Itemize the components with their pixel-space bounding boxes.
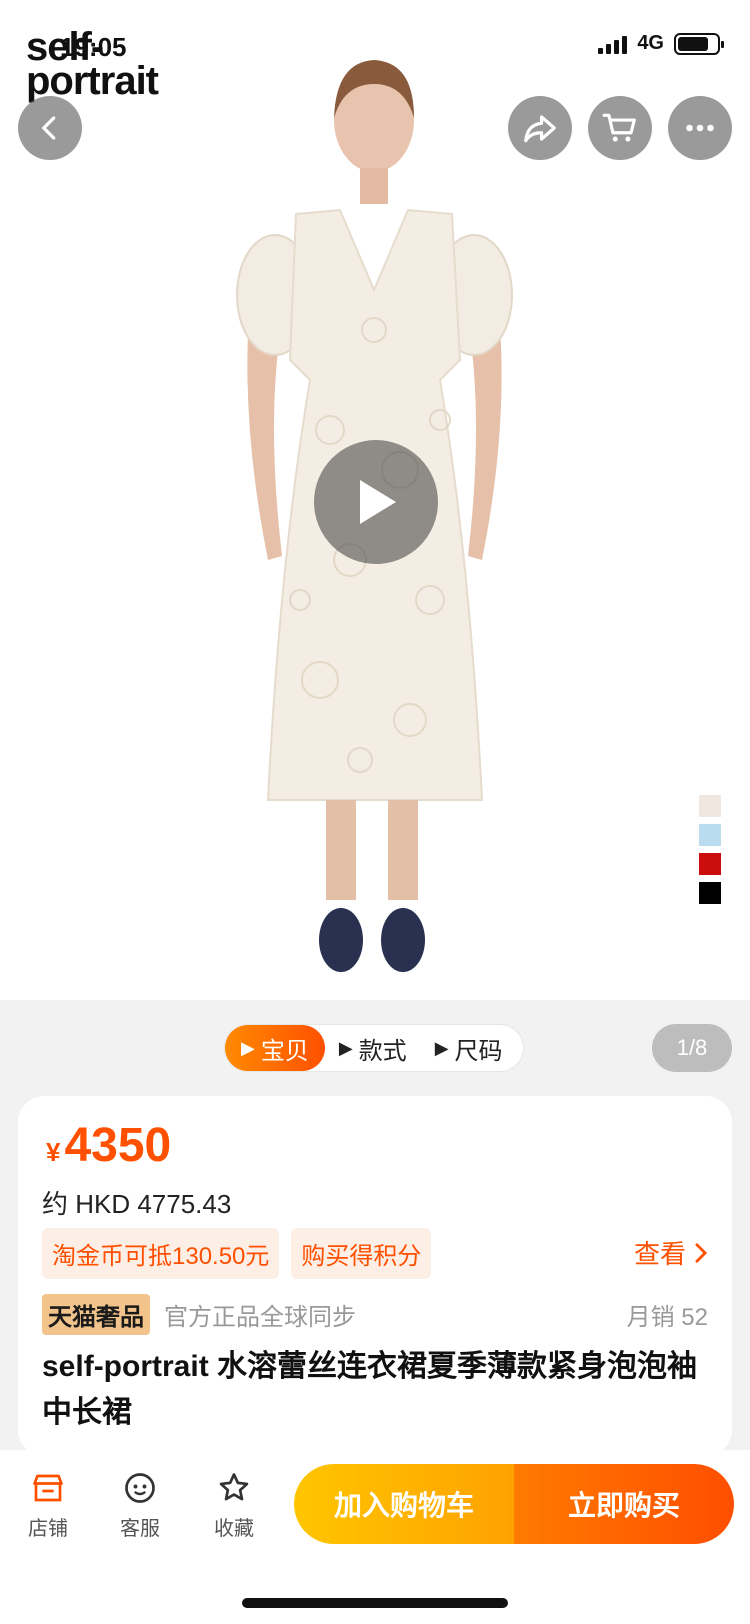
brand-logo-line2: portrait (26, 59, 159, 103)
cart-button[interactable] (588, 96, 652, 160)
product-meta: 天猫奢品 官方正品全球同步 月销 52 (42, 1294, 708, 1335)
color-swatches[interactable] (699, 795, 721, 904)
more-button[interactable] (668, 96, 732, 160)
price: ¥ 4350 (46, 1118, 171, 1173)
shop-icon (33, 1474, 63, 1502)
tab-style[interactable]: ▶ 款式 (325, 1025, 421, 1071)
more-icon (686, 124, 714, 132)
play-triangle-icon: ▶ (241, 1037, 255, 1058)
tab-label: 款式 (358, 1037, 407, 1065)
image-page-indicator: 1/8 (652, 1024, 732, 1072)
battery-icon (674, 32, 724, 55)
customer-service-button[interactable]: 客服 (100, 1470, 180, 1541)
status-time: 19:05 (60, 32, 127, 62)
shop-label: 店铺 (28, 1518, 68, 1540)
converted-price: 约 HKD 4775.43 (42, 1189, 232, 1219)
monthly-sales: 月销 52 (626, 1304, 708, 1331)
buy-now-button[interactable]: 立即购买 (514, 1464, 734, 1544)
color-swatch[interactable] (699, 882, 721, 904)
color-swatch[interactable] (699, 795, 721, 817)
currency-symbol: ¥ (46, 1137, 61, 1167)
network-label: 4G (637, 32, 664, 54)
service-label: 客服 (120, 1518, 160, 1540)
media-tabs: ▶ 宝贝 ▶ 款式 ▶ 尺码 (224, 1024, 524, 1072)
customer-service-icon (125, 1473, 155, 1503)
back-button[interactable] (18, 96, 82, 160)
tab-size[interactable]: ▶ 尺码 (421, 1025, 517, 1071)
chevron-right-icon (695, 1242, 708, 1263)
add-to-cart-button[interactable]: 加入购物车 (294, 1464, 514, 1544)
play-triangle-icon: ▶ (338, 1037, 353, 1058)
back-arrow-icon (42, 116, 56, 140)
play-triangle-icon: ▶ (434, 1037, 449, 1058)
favorite-button[interactable]: 收藏 (194, 1470, 274, 1541)
share-button[interactable] (508, 96, 572, 160)
promo-tags: 淘金币可抵130.50元 购买得积分 (42, 1228, 432, 1279)
tab-item[interactable]: ▶ 宝贝 (225, 1025, 325, 1071)
signal-icon (598, 34, 628, 54)
price-value: 4350 (64, 1119, 172, 1172)
color-swatch[interactable] (699, 853, 721, 875)
view-promos-link[interactable]: 查看 (634, 1234, 708, 1271)
favorite-label: 收藏 (214, 1518, 254, 1540)
purchase-actions: 加入购物车 立即购买 (294, 1464, 734, 1544)
official-guarantee-text: 官方正品全球同步 (164, 1304, 356, 1331)
star-icon (219, 1473, 249, 1501)
product-media[interactable]: self- portrait 19:05 4G (0, 0, 750, 1000)
play-icon (360, 480, 396, 524)
play-video-button[interactable] (314, 440, 438, 564)
bottom-action-bar: 店铺 客服 收藏 加入购物车 立即购买 (0, 1450, 750, 1624)
tmall-luxury-badge: 天猫奢品 (42, 1294, 150, 1335)
promo-tag-points[interactable]: 购买得积分 (291, 1228, 432, 1279)
tab-label: 尺码 (454, 1037, 503, 1065)
share-icon (524, 115, 556, 143)
product-info-card: ¥ 4350 约 HKD 4775.43 淘金币可抵130.50元 购买得积分 … (18, 1096, 732, 1456)
cart-icon (602, 113, 636, 142)
product-title: self-portrait 水溶蕾丝连衣裙夏季薄款紧身泡泡袖中长裙 (42, 1350, 698, 1429)
status-indicators: 4G (598, 32, 724, 55)
promo-tag-coins[interactable]: 淘金币可抵130.50元 (42, 1228, 280, 1279)
battery-fill (678, 36, 709, 51)
color-swatch[interactable] (699, 824, 721, 846)
tab-label: 宝贝 (260, 1037, 309, 1065)
shop-button[interactable]: 店铺 (8, 1470, 88, 1541)
home-indicator (242, 1598, 508, 1608)
view-link-label: 查看 (633, 1239, 686, 1269)
